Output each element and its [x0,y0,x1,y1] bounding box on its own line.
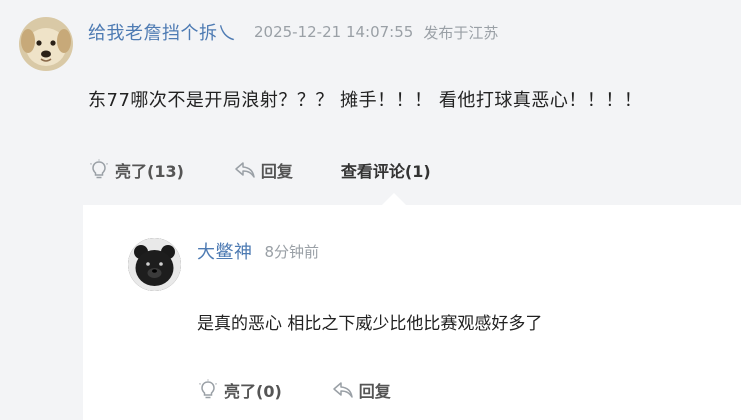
reply-button[interactable]: 回复 [234,158,293,182]
reply-thread: 大鳖神 8分钟前 是真的恶心 相比之下威少比他比赛观感好多了 亮了(0) 回复 [83,205,741,420]
post-username[interactable]: 给我老詹挡个拆乀 [88,19,236,45]
user-avatar[interactable] [19,17,73,71]
post-card: 给我老詹挡个拆乀 2025-12-21 14:07:55 发布于江苏 东77哪次… [0,0,741,420]
bear-avatar-image [128,238,181,291]
lightbulb-icon [199,379,217,399]
like-label: 亮了(13) [115,162,184,181]
dog-avatar-image [19,17,73,71]
post-location: 发布于江苏 [423,23,499,42]
reply-content: 是真的恶心 相比之下威少比他比赛观感好多了 [197,314,543,334]
reply-timestamp: 8分钟前 [264,242,320,261]
post-meta: 给我老詹挡个拆乀 2025-12-21 14:07:55 发布于江苏 [88,18,498,46]
reply-reply-button[interactable]: 回复 [332,378,391,402]
reply-username[interactable]: 大鳖神 [197,238,253,264]
post-timestamp: 2025-12-21 14:07:55 [254,23,414,41]
reply-arrow-icon [333,382,353,398]
reply-arrow-icon [235,162,255,178]
like-button[interactable]: 亮了(13) [88,158,184,182]
reply-avatar[interactable] [128,238,181,291]
reply-reply-label: 回复 [358,382,391,401]
lightbulb-icon [90,159,108,179]
reply-label: 回复 [260,162,293,181]
reply-meta: 大鳖神 8分钟前 [197,237,319,265]
reply-like-label: 亮了(0) [224,382,282,401]
post-actions: 亮了(13) 回复 查看评论(1) [88,156,431,184]
view-comments-button[interactable]: 查看评论(1) [341,158,431,182]
reply-like-button[interactable]: 亮了(0) [197,378,282,402]
view-comments-label: 查看评论(1) [340,162,431,181]
reply-actions: 亮了(0) 回复 [197,377,391,403]
post-content: 东77哪次不是开局浪射？？？ 摊手！！！ 看他打球真恶心！！！！ [88,90,643,111]
